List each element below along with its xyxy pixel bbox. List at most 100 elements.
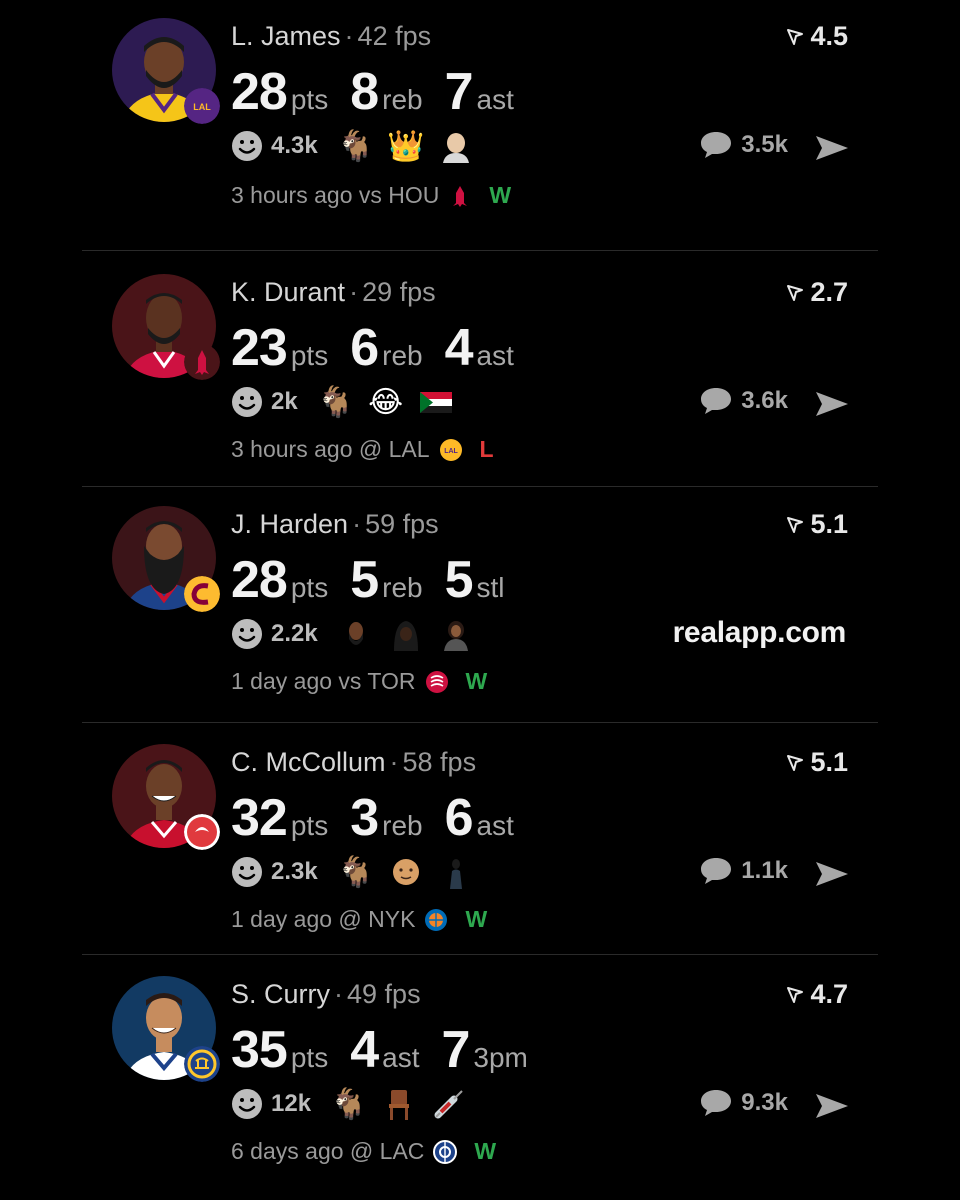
chair-emoji-icon[interactable] xyxy=(381,1084,417,1124)
old-man-emoji-icon[interactable] xyxy=(388,852,424,892)
rating[interactable]: 5.1 xyxy=(786,509,848,540)
stat-value: 6 xyxy=(350,319,379,377)
fps-value: 58 fps xyxy=(402,747,477,777)
flag-sudan-icon[interactable] xyxy=(418,382,454,422)
bald-head-emoji-icon[interactable] xyxy=(438,126,474,166)
separator-dot: · xyxy=(344,21,354,51)
comment-bubble-icon xyxy=(701,388,732,414)
reaction-count: 2.2k xyxy=(271,620,318,647)
result-badge: W xyxy=(474,1138,497,1164)
rating-arrow-icon xyxy=(787,754,804,771)
goat-emoji-icon[interactable]: 🐐 xyxy=(337,852,374,892)
stat-value: 23 xyxy=(231,319,288,377)
separator-dot: · xyxy=(389,747,399,777)
share-icon[interactable] xyxy=(814,132,850,164)
rating-arrow-icon xyxy=(787,516,804,533)
stat-label: reb xyxy=(382,340,423,371)
smiley-reaction-icon[interactable] xyxy=(231,130,263,162)
comments-button[interactable]: 3.5k xyxy=(699,130,788,160)
comments-button[interactable]: 1.1k xyxy=(699,856,788,886)
comments-button[interactable]: 3.6k xyxy=(699,386,788,416)
fps-value: 42 fps xyxy=(357,21,432,51)
rating-value: 4.5 xyxy=(810,21,848,51)
stat-value: 35 xyxy=(231,1021,288,1079)
stat-item: 32 pts xyxy=(231,788,328,848)
smiley-reaction-icon[interactable] xyxy=(231,618,263,650)
stat-item: 28 pts xyxy=(231,550,328,610)
stat-label: 3pm xyxy=(473,1042,528,1073)
figure-emoji-icon[interactable] xyxy=(438,852,474,892)
stat-item: 3 reb xyxy=(350,788,422,848)
share-icon[interactable] xyxy=(814,858,850,890)
player-name-line: L. James · 42 fps xyxy=(231,21,431,52)
smiley-reaction-icon[interactable] xyxy=(231,856,263,888)
stat-line: 28 pts 8 reb 7 ast xyxy=(231,62,536,122)
reaction-bar: 12k 🐐 xyxy=(231,1084,481,1124)
stat-item: 35 pts xyxy=(231,1020,328,1080)
stat-value: 6 xyxy=(444,789,474,847)
player-name[interactable]: K. Durant xyxy=(231,277,345,307)
goat-emoji-icon[interactable]: 🐐 xyxy=(330,1084,367,1124)
rating[interactable]: 5.1 xyxy=(786,747,848,778)
game-meta: 6 days ago @ LAC W xyxy=(231,1138,496,1165)
rating[interactable]: 4.5 xyxy=(786,21,848,52)
player-name[interactable]: L. James xyxy=(231,21,341,51)
share-icon[interactable] xyxy=(814,388,850,420)
goat-emoji-icon[interactable]: 🐐 xyxy=(337,126,374,166)
reaction-bar: 2.3k 🐐 xyxy=(231,852,488,892)
smiley-reaction-icon[interactable] xyxy=(231,1088,263,1120)
stat-item: 7 ast xyxy=(445,62,514,122)
svg-text:LAL: LAL xyxy=(193,102,211,112)
player-name[interactable]: S. Curry xyxy=(231,979,330,1009)
player-name[interactable]: C. McCollum xyxy=(231,747,386,777)
rating[interactable]: 2.7 xyxy=(786,277,848,308)
result-badge: L xyxy=(479,436,494,462)
comment-count: 3.6k xyxy=(741,387,788,414)
person-emoji-icon[interactable] xyxy=(438,614,474,654)
stat-label: ast xyxy=(382,1042,420,1073)
fps-value: 49 fps xyxy=(347,979,421,1009)
stat-line: 35 pts 4 ast 7 3pm xyxy=(231,1020,550,1080)
comments-button[interactable]: 9.3k xyxy=(699,1088,788,1118)
stat-item: 4 ast xyxy=(350,1020,419,1080)
rockets-logo-icon xyxy=(447,183,473,209)
share-icon[interactable] xyxy=(814,1090,850,1122)
raptors-logo-icon xyxy=(424,669,450,695)
stat-value: 4 xyxy=(444,319,474,377)
stat-label: reb xyxy=(382,810,423,841)
reaction-bar: 2.2k xyxy=(231,614,488,654)
reaction-count: 12k xyxy=(271,1090,312,1117)
player-name[interactable]: J. Harden xyxy=(231,509,348,539)
hooded-figure-emoji-icon[interactable] xyxy=(388,614,424,654)
syringe-emoji-icon[interactable] xyxy=(431,1084,467,1124)
rating[interactable]: 4.7 xyxy=(786,979,848,1010)
stat-item: 6 ast xyxy=(445,788,514,848)
stat-value: 7 xyxy=(444,63,474,121)
goat-emoji-icon[interactable]: 🐐 xyxy=(317,382,354,422)
game-time: 3 hours ago @ LAL xyxy=(231,436,430,462)
smiley-reaction-icon[interactable] xyxy=(231,386,263,418)
player-card[interactable]: LAL L. James · 42 fps 4.5 28 pts 8 reb 7 ast … xyxy=(82,0,878,251)
player-card[interactable]: K. Durant · 29 fps 2.7 23 pts 6 reb 4 ast 2k … xyxy=(82,252,878,487)
player-card[interactable]: J. Harden · 59 fps 5.1 28 pts 5 reb 5 stl 2.2… xyxy=(82,488,878,723)
reaction-bar: 2k 🐐 😂 xyxy=(231,382,468,422)
reaction-count: 2k xyxy=(271,388,298,415)
stat-value: 4 xyxy=(350,1021,379,1079)
laughing-tears-emoji-icon[interactable]: 😂 xyxy=(368,382,404,422)
stat-item: 4 ast xyxy=(445,318,514,378)
team-logo-icon xyxy=(184,1046,220,1082)
stat-value: 32 xyxy=(231,789,288,847)
crown-emoji-icon[interactable]: 👑 xyxy=(387,126,424,166)
player-card[interactable]: C. McCollum · 58 fps 5.1 32 pts 3 reb 6 ast 2… xyxy=(82,724,878,955)
team-logo-icon: LAL xyxy=(184,88,220,124)
face-emoji-icon[interactable] xyxy=(338,614,374,654)
player-card[interactable]: S. Curry · 49 fps 4.7 35 pts 4 ast 7 3pm 12k … xyxy=(82,956,878,1200)
reaction-count: 4.3k xyxy=(271,132,318,159)
reaction-count: 2.3k xyxy=(271,858,318,885)
stat-value: 3 xyxy=(350,789,379,847)
result-badge: W xyxy=(489,182,512,208)
watermark-text: realapp.com xyxy=(672,616,847,649)
comment-bubble-icon xyxy=(701,1090,732,1116)
stat-item: 23 pts xyxy=(231,318,328,378)
stat-line: 28 pts 5 reb 5 stl xyxy=(231,550,527,610)
